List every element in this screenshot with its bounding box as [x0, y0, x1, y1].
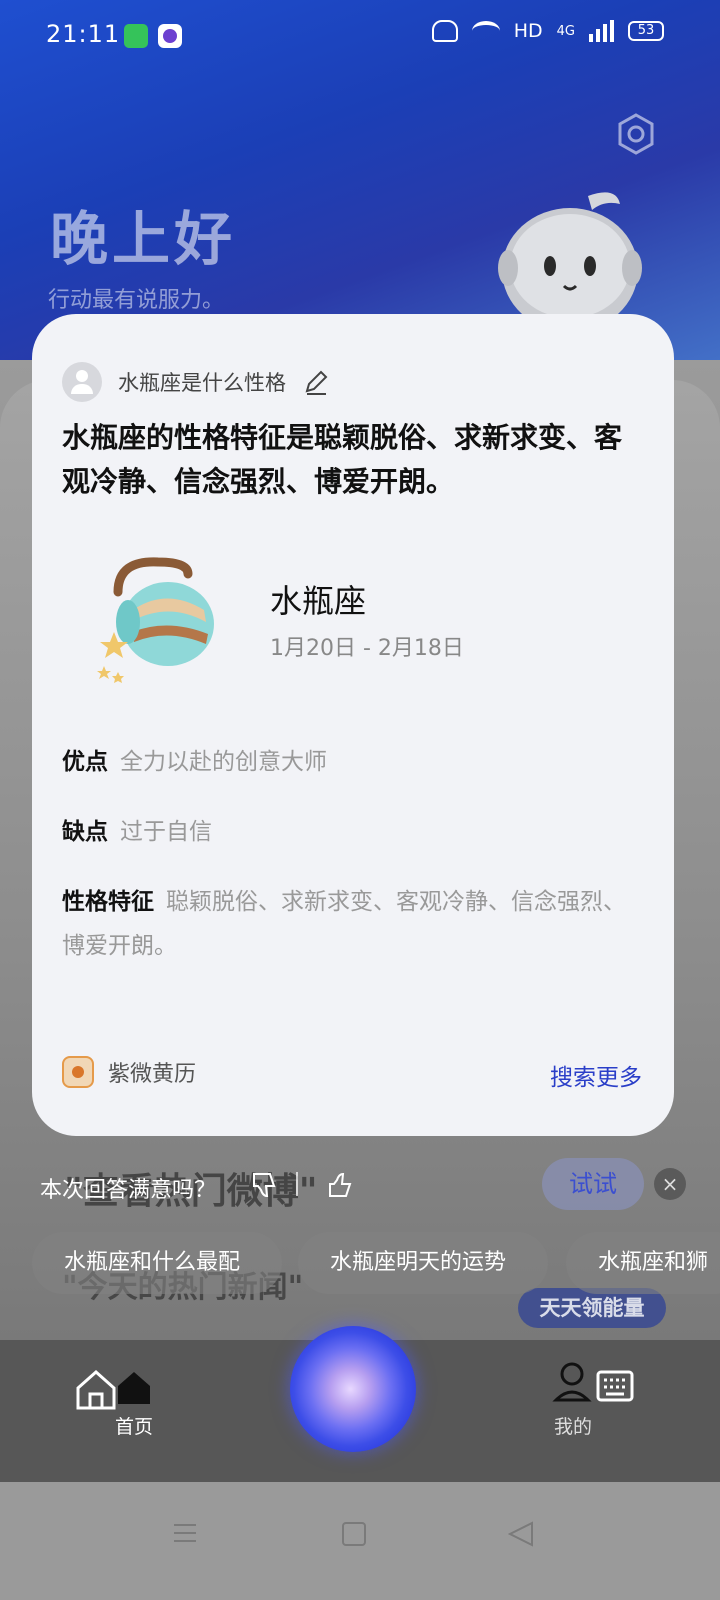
- feedback-prompt: 本次回答满意吗？: [40, 1178, 217, 1203]
- detail-strength: 优点 全力以赴的创意大师: [62, 740, 644, 784]
- notification-app-icon: [124, 24, 148, 48]
- status-bar: 21:11 HD 4G 53: [0, 0, 720, 72]
- greeting-title: 晚上好: [50, 205, 237, 273]
- try-button[interactable]: 试试: [542, 1158, 644, 1210]
- answer-card: 水瓶座是什么性格 水瓶座的性格特征是聪颖脱俗、求新求变、客观冷静、信念强烈、博爱…: [32, 314, 674, 1136]
- suggestion-chip[interactable]: 水瓶座和狮: [566, 1232, 720, 1294]
- me-tab-label[interactable]: 我的: [554, 1412, 592, 1439]
- answer-summary: 水瓶座的性格特征是聪颖脱俗、求新求变、客观冷静、信念强烈、博爱开朗。: [62, 421, 623, 498]
- status-time: 21:11: [46, 20, 121, 48]
- energy-badge[interactable]: 天天领能量: [518, 1288, 666, 1328]
- network-hd-label: HD: [513, 20, 543, 42]
- detail-label: 缺点: [62, 819, 108, 845]
- voice-assistant-orb-button[interactable]: [290, 1326, 416, 1452]
- home-button-icon[interactable]: [342, 1522, 366, 1546]
- question-row: 水瓶座是什么性格: [62, 362, 330, 402]
- wifi-icon: [471, 21, 500, 41]
- signal-type-label: 4G: [556, 23, 575, 39]
- notification-app-icon-2: [158, 24, 182, 48]
- detail-value: 全力以赴的创意大师: [120, 749, 327, 775]
- feedback-divider: [296, 1172, 298, 1196]
- calendar-app-icon: [62, 1056, 94, 1088]
- user-avatar-icon: [62, 362, 102, 402]
- recent-apps-icon[interactable]: [172, 1522, 198, 1544]
- silent-icon: [431, 20, 458, 42]
- suggestion-chip[interactable]: 水瓶座明天的运势: [298, 1232, 548, 1294]
- back-icon[interactable]: [506, 1520, 536, 1548]
- thumbs-down-icon[interactable]: [250, 1170, 280, 1200]
- detail-traits: 性格特征 聪颖脱俗、求新求变、客观冷静、信念强烈、博爱开朗。: [62, 880, 644, 968]
- signal-icon: [589, 20, 614, 42]
- detail-weakness: 缺点 过于自信: [62, 810, 644, 854]
- suggestion-chip[interactable]: 水瓶座和什么最配: [32, 1232, 282, 1294]
- source-name: 紫微黄历: [108, 1062, 197, 1087]
- system-nav-bar: [0, 1482, 720, 1600]
- detail-value: 过于自信: [120, 819, 212, 845]
- greeting-motto: 行动最有说服力。: [48, 288, 225, 313]
- home-tab-label[interactable]: 首页: [115, 1412, 153, 1439]
- settings-icon[interactable]: [614, 112, 658, 156]
- detail-label: 性格特征: [62, 889, 154, 915]
- thumbs-up-icon[interactable]: [326, 1170, 356, 1200]
- battery-icon: 53: [628, 21, 664, 41]
- detail-label: 优点: [62, 749, 108, 775]
- search-more-link[interactable]: 搜索更多: [550, 1058, 642, 1092]
- zodiac-name: 水瓶座: [270, 582, 367, 620]
- aquarius-vase-icon: [97, 557, 214, 683]
- edit-pencil-icon[interactable]: [302, 368, 330, 396]
- close-icon[interactable]: ×: [654, 1168, 686, 1200]
- question-text: 水瓶座是什么性格: [118, 371, 286, 395]
- source-row[interactable]: 紫微黄历: [62, 1056, 196, 1088]
- zodiac-date-range: 1月20日 - 2月18日: [270, 636, 464, 661]
